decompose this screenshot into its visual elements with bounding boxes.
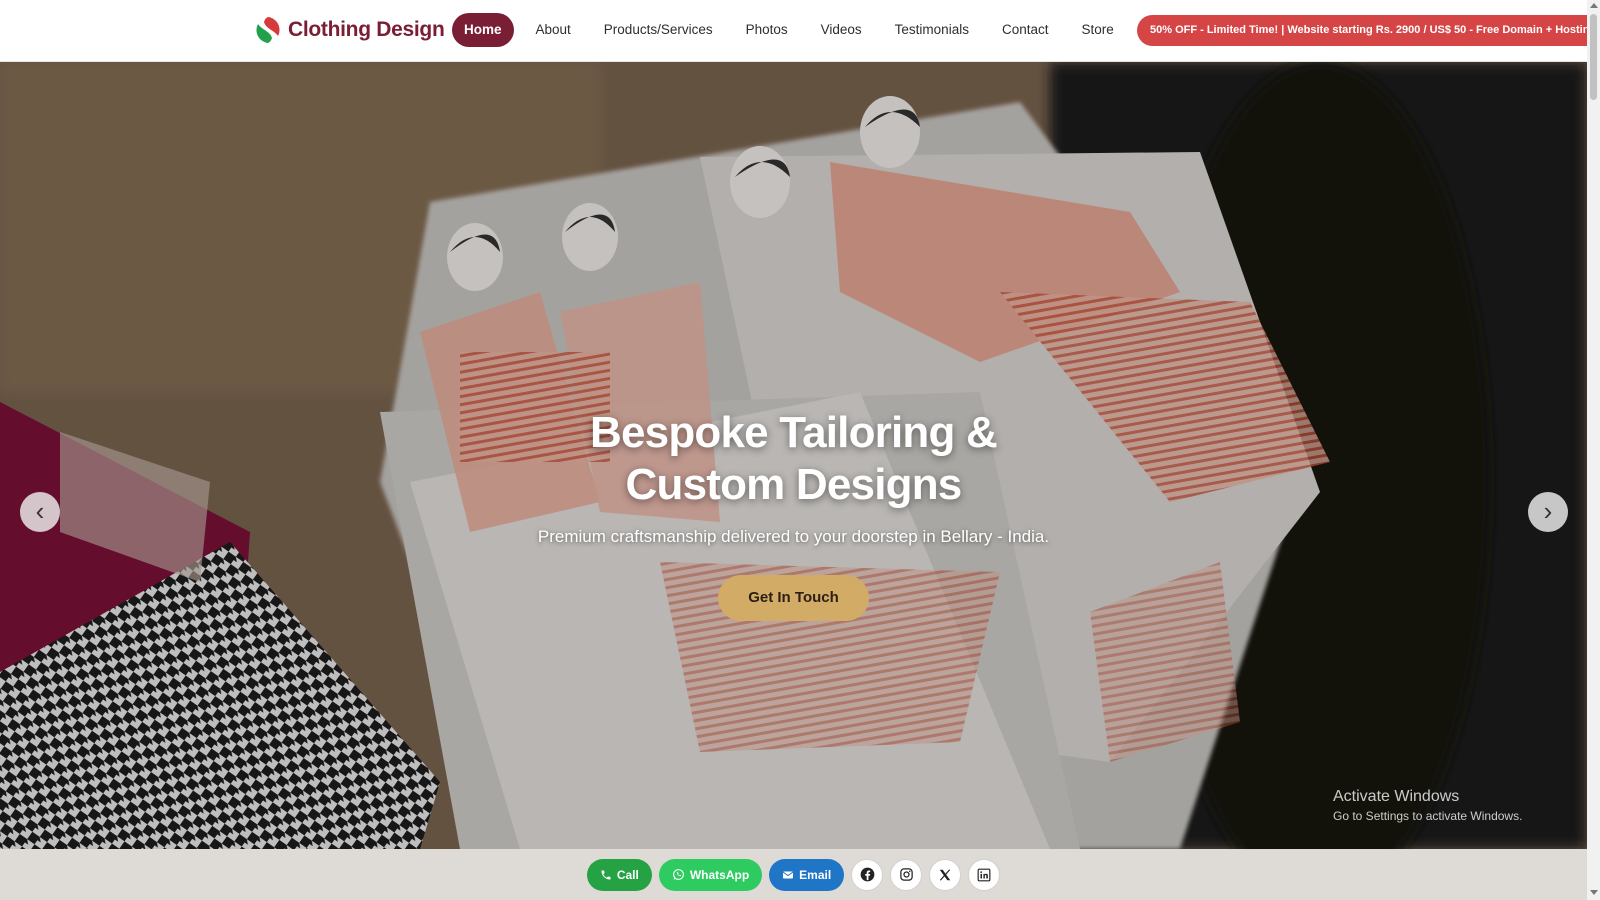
x-link[interactable]	[929, 858, 962, 891]
nav-videos[interactable]: Videos	[809, 13, 874, 47]
whatsapp-icon	[672, 869, 684, 880]
brand-name: Clothing Design	[288, 18, 445, 41]
scrollbar-thumb[interactable]	[1590, 14, 1597, 100]
hero-slider: Bespoke Tailoring & Custom Designs Premi…	[0, 62, 1587, 849]
phone-icon	[601, 870, 611, 879]
nav-about[interactable]: About	[524, 13, 583, 47]
logo-icon	[255, 17, 281, 43]
page-scrollbar[interactable]	[1587, 0, 1600, 900]
nav-home[interactable]: Home	[452, 13, 514, 47]
watermark-subtitle: Go to Settings to activate Windows.	[1333, 809, 1523, 823]
scroll-down-arrow-icon[interactable]	[1590, 890, 1598, 895]
email-label: Email	[799, 867, 832, 882]
promo-banner[interactable]: 50% OFF - Limited Time! | Website starti…	[1137, 15, 1587, 46]
floating-contact-bar: Call WhatsApp Email	[0, 849, 1587, 900]
envelope-icon	[782, 871, 794, 878]
hero-caption: Bespoke Tailoring & Custom Designs Premi…	[0, 407, 1587, 621]
email-button[interactable]: Email	[769, 858, 845, 891]
nav-store[interactable]: Store	[1069, 13, 1125, 47]
hero-subtitle: Premium craftsmanship delivered to your …	[537, 527, 1050, 546]
slider-prev-button[interactable]: ‹	[20, 492, 60, 532]
watermark-title: Activate Windows	[1333, 788, 1460, 805]
call-button[interactable]: Call	[586, 858, 652, 891]
brand-logo-link[interactable]: Clothing Design	[254, 16, 445, 44]
hero-title-line-2: Custom Designs	[625, 460, 963, 509]
nav-photos[interactable]: Photos	[734, 13, 800, 47]
linkedin-icon	[977, 868, 991, 881]
instagram-link[interactable]	[890, 858, 923, 891]
nav-contact[interactable]: Contact	[990, 13, 1061, 47]
whatsapp-button[interactable]: WhatsApp	[658, 858, 763, 891]
hero-title: Bespoke Tailoring & Custom Designs	[0, 407, 1587, 511]
linkedin-link[interactable]	[968, 858, 1001, 891]
nav-products-services[interactable]: Products/Services	[592, 13, 725, 47]
call-label: Call	[616, 867, 639, 882]
x-icon	[939, 868, 951, 881]
facebook-link[interactable]	[851, 858, 884, 891]
site-header: Clothing Design Home About Products/Serv…	[0, 0, 1587, 62]
instagram-icon	[899, 868, 913, 881]
windows-activation-watermark: Activate Windows Go to Settings to activ…	[1333, 788, 1522, 823]
scroll-up-arrow-icon[interactable]	[1590, 3, 1598, 8]
nav-testimonials[interactable]: Testimonials	[883, 13, 981, 47]
hero-title-line-1: Bespoke Tailoring &	[590, 408, 998, 457]
whatsapp-label: WhatsApp	[689, 867, 750, 882]
get-in-touch-button[interactable]: Get In Touch	[718, 575, 869, 621]
facebook-icon	[860, 867, 875, 882]
main-nav: Home About Products/Services Photos Vide…	[452, 13, 1135, 47]
slider-next-button[interactable]: ›	[1528, 492, 1568, 532]
